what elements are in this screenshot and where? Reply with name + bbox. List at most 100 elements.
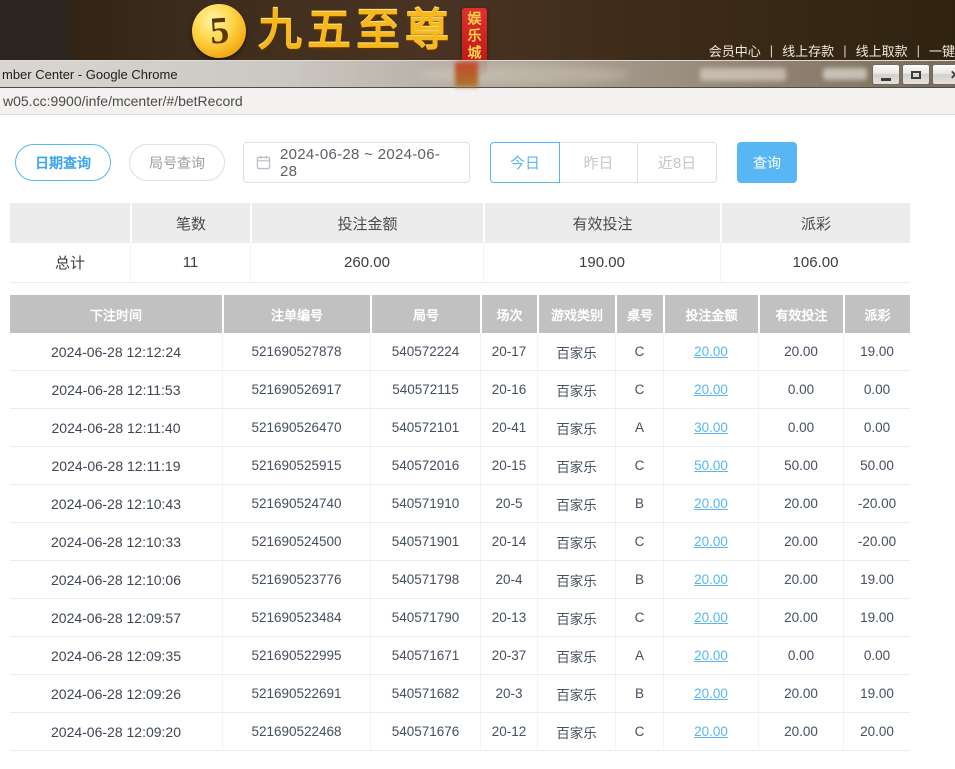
close-button[interactable]: ✕ xyxy=(932,64,955,85)
tab-round-query[interactable]: 局号查询 xyxy=(129,144,225,181)
cell-game-type: 百家乐 xyxy=(537,333,615,371)
bet-amount-link[interactable]: 30.00 xyxy=(694,420,728,435)
cell-bet-id: 521690526917 xyxy=(222,371,370,409)
cell-table-no: B xyxy=(615,561,663,599)
table-row: 2024-06-28 12:10:43 521690524740 5405719… xyxy=(10,485,910,523)
date-range-value: 2024-06-28 ~ 2024-06-28 xyxy=(280,146,457,180)
cell-bet-time: 2024-06-28 12:10:33 xyxy=(10,523,222,561)
cell-valid-bet: 0.00 xyxy=(758,637,843,675)
bet-amount-link[interactable]: 20.00 xyxy=(694,382,728,397)
cell-bet-id: 521690522995 xyxy=(222,637,370,675)
nav-member-center[interactable]: 会员中心 xyxy=(709,41,761,60)
quick-yesterday-button[interactable]: 昨日 xyxy=(560,142,638,183)
cell-table-no: C xyxy=(615,599,663,637)
minimize-icon xyxy=(881,78,891,81)
cell-payout: 20.00 xyxy=(843,713,910,751)
bet-amount-link[interactable]: 20.00 xyxy=(694,496,728,511)
maximize-button[interactable] xyxy=(902,64,930,85)
summary-total-label: 总计 xyxy=(10,243,130,283)
nav-one-click[interactable]: 一键归 xyxy=(929,41,955,60)
cell-bet-id: 521690522468 xyxy=(222,713,370,751)
cell-session: 20-4 xyxy=(480,561,537,599)
glass-decoration xyxy=(420,65,630,84)
cell-bet-id: 521690524740 xyxy=(222,485,370,523)
cell-bet-id: 521690525915 xyxy=(222,447,370,485)
nav-separator: | xyxy=(843,43,846,58)
bet-table-body: 2024-06-28 12:12:24 521690527878 5405722… xyxy=(10,333,910,751)
nav-separator: | xyxy=(917,43,920,58)
col-header-table-no: 桌号 xyxy=(615,295,663,333)
cell-bet-time: 2024-06-28 12:11:53 xyxy=(10,371,222,409)
nav-separator: | xyxy=(770,43,773,58)
bet-amount-link[interactable]: 20.00 xyxy=(694,572,728,587)
cell-bet-amount: 30.00 xyxy=(663,409,758,447)
bet-amount-link[interactable]: 50.00 xyxy=(694,458,728,473)
cell-session: 20-14 xyxy=(480,523,537,561)
bet-amount-link[interactable]: 20.00 xyxy=(694,724,728,739)
window-title: mber Center - Google Chrome xyxy=(2,67,178,82)
cell-round-id: 540571682 xyxy=(370,675,480,713)
cell-round-id: 540572016 xyxy=(370,447,480,485)
cell-table-no: A xyxy=(615,409,663,447)
cell-valid-bet: 20.00 xyxy=(758,485,843,523)
cell-game-type: 百家乐 xyxy=(537,409,615,447)
brand-logo-icon: 5 xyxy=(192,4,246,58)
redacted-account-text xyxy=(700,68,786,81)
col-header-bet-amount: 投注金额 xyxy=(663,295,758,333)
table-row: 2024-06-28 12:11:53 521690526917 5405721… xyxy=(10,371,910,409)
brand-logo-glyph: 5 xyxy=(208,11,230,50)
summary-table: 笔数 投注金额 有效投注 派彩 总计 11 260.00 190.00 106.… xyxy=(10,203,910,283)
quick-today-button[interactable]: 今日 xyxy=(490,142,560,183)
cell-bet-amount: 20.00 xyxy=(663,561,758,599)
bet-record-page: 日期查询 局号查询 2024-06-28 ~ 2024-06-28 今日 昨日 … xyxy=(0,115,955,769)
calendar-icon xyxy=(256,155,271,170)
cell-payout: 0.00 xyxy=(843,371,910,409)
cell-round-id: 540571676 xyxy=(370,713,480,751)
bet-amount-link[interactable]: 20.00 xyxy=(694,534,728,549)
cell-round-id: 540571798 xyxy=(370,561,480,599)
table-row: 2024-06-28 12:09:57 521690523484 5405717… xyxy=(10,599,910,637)
summary-valid-bet-value: 190.00 xyxy=(483,243,720,283)
summary-header-count: 笔数 xyxy=(130,203,250,243)
cell-valid-bet: 0.00 xyxy=(758,371,843,409)
minimize-button[interactable] xyxy=(872,64,900,85)
bet-amount-link[interactable]: 20.00 xyxy=(694,648,728,663)
cell-session: 20-16 xyxy=(480,371,537,409)
col-header-bet-id: 注单编号 xyxy=(222,295,370,333)
date-range-picker[interactable]: 2024-06-28 ~ 2024-06-28 xyxy=(243,142,470,183)
cell-table-no: C xyxy=(615,713,663,751)
cell-session: 20-15 xyxy=(480,447,537,485)
table-row: 2024-06-28 12:11:40 521690526470 5405721… xyxy=(10,409,910,447)
cell-game-type: 百家乐 xyxy=(537,447,615,485)
bet-amount-link[interactable]: 20.00 xyxy=(694,686,728,701)
col-header-game-type: 游戏类别 xyxy=(537,295,615,333)
cell-valid-bet: 20.00 xyxy=(758,561,843,599)
cell-bet-id: 521690526470 xyxy=(222,409,370,447)
cell-game-type: 百家乐 xyxy=(537,599,615,637)
cell-payout: -20.00 xyxy=(843,523,910,561)
nav-online-deposit[interactable]: 线上存款 xyxy=(782,41,834,60)
quick-8days-button[interactable]: 近8日 xyxy=(638,142,717,183)
cell-payout: -20.00 xyxy=(843,485,910,523)
filter-toolbar: 日期查询 局号查询 2024-06-28 ~ 2024-06-28 今日 昨日 … xyxy=(15,142,797,183)
bet-amount-link[interactable]: 20.00 xyxy=(694,344,728,359)
table-row: 2024-06-28 12:11:19 521690525915 5405720… xyxy=(10,447,910,485)
cell-payout: 19.00 xyxy=(843,561,910,599)
cell-table-no: A xyxy=(615,637,663,675)
cell-session: 20-5 xyxy=(480,485,537,523)
maximize-icon xyxy=(911,71,921,79)
cell-bet-amount: 20.00 xyxy=(663,675,758,713)
table-row: 2024-06-28 12:09:20 521690522468 5405716… xyxy=(10,713,910,751)
cell-valid-bet: 20.00 xyxy=(758,713,843,751)
cell-session: 20-37 xyxy=(480,637,537,675)
close-icon: ✕ xyxy=(950,69,955,81)
address-bar[interactable]: w05.cc:9900/infe/mcenter/#/betRecord xyxy=(0,88,955,115)
cell-game-type: 百家乐 xyxy=(537,561,615,599)
cell-bet-time: 2024-06-28 12:09:26 xyxy=(10,675,222,713)
search-button[interactable]: 查询 xyxy=(737,142,797,183)
bet-amount-link[interactable]: 20.00 xyxy=(694,610,728,625)
nav-online-withdraw[interactable]: 线上取款 xyxy=(856,41,908,60)
tab-date-query[interactable]: 日期查询 xyxy=(15,144,111,181)
address-url: w05.cc:9900/infe/mcenter/#/betRecord xyxy=(3,93,243,109)
banner-dark-strip xyxy=(0,0,68,60)
